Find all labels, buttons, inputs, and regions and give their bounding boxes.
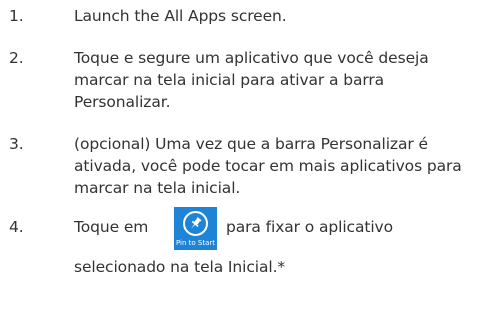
pin-icon	[183, 211, 208, 236]
step-number: 1.	[9, 7, 24, 25]
step-line: ativada, você pode tocar em mais aplicat…	[74, 157, 462, 175]
step-line: (opcional) Uma vez que a barra Personali…	[74, 135, 428, 153]
pin-to-start-tile: Pin to Start	[174, 207, 217, 250]
pin-to-start-label: Pin to Start	[175, 239, 216, 247]
step-number: 4.	[9, 218, 24, 236]
step-number: 2.	[9, 49, 24, 67]
step-line: para fixar o aplicativo	[226, 218, 393, 236]
step-line: marcar na tela inicial.	[74, 179, 241, 197]
step-line: Toque em	[74, 218, 149, 236]
step-number: 3.	[9, 135, 24, 153]
step-line: marcar na tela inicial para ativar a bar…	[74, 71, 385, 89]
step-text: (opcional) Uma vez que a barra Personali…	[74, 133, 479, 199]
step-line: Launch the All Apps screen.	[74, 7, 287, 25]
step-line: Personalizar.	[74, 93, 171, 111]
step-text: Launch the All Apps screen.	[74, 5, 479, 27]
step-line: Toque e segure um aplicativo que você de…	[74, 49, 429, 67]
step-text: Toque e segure um aplicativo que você de…	[74, 47, 479, 113]
step-line: selecionado na tela Inicial.*	[74, 258, 286, 276]
